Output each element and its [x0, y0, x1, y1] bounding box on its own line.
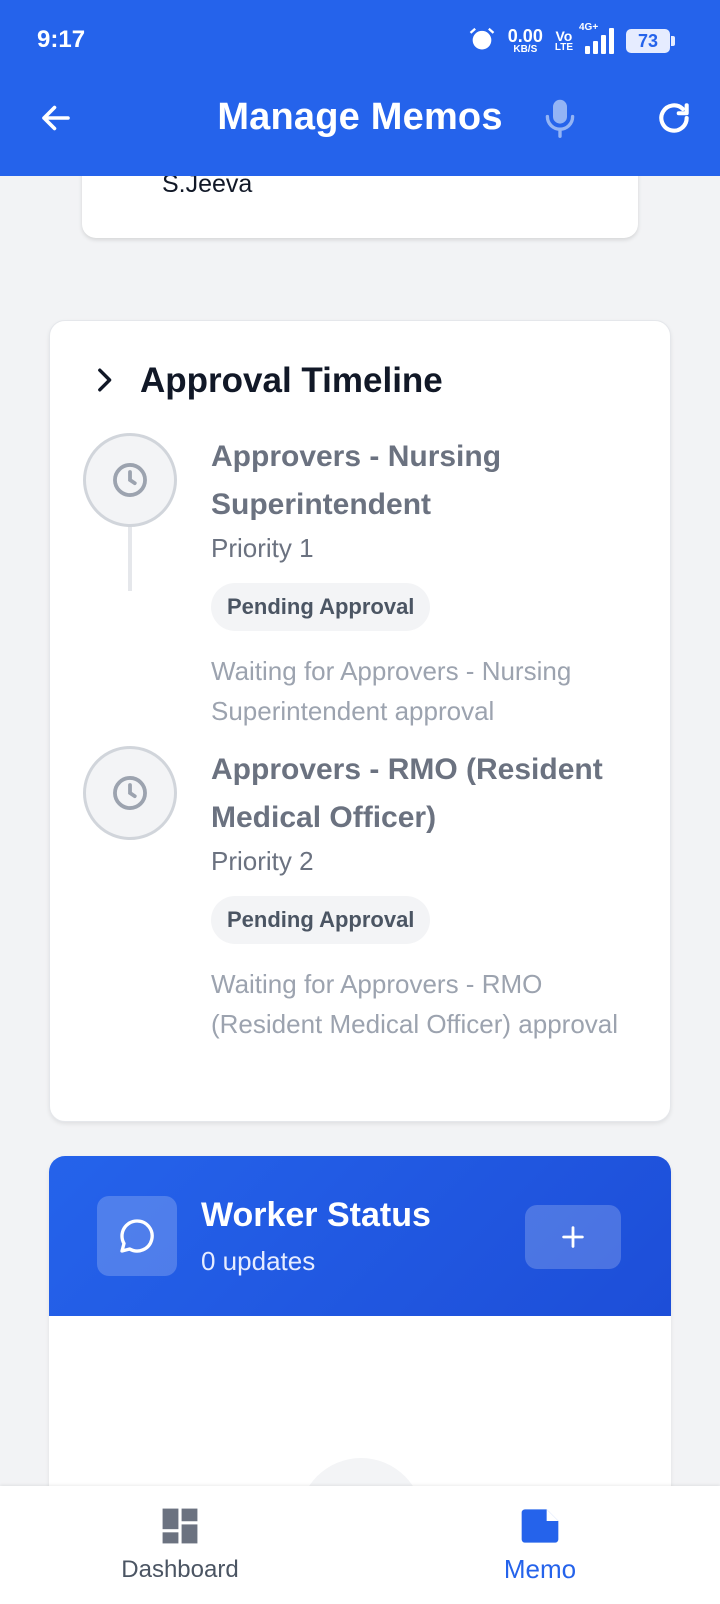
- chevron-right-icon: [98, 368, 112, 392]
- plus-icon: [562, 1226, 584, 1248]
- net-speed: 0.00 KB/S: [508, 27, 543, 55]
- battery-icon: 73: [626, 29, 675, 53]
- status-note: Waiting for Approvers - Nursing Superint…: [211, 656, 572, 726]
- approver-role: Approvers - Nursing Superintendent: [211, 440, 502, 521]
- timeline-title: Approval Timeline: [140, 361, 443, 400]
- refresh-icon: [659, 103, 689, 133]
- status-bar: 9:17 0.00 KB/S Vo LTE 4G+ 73: [0, 0, 720, 80]
- memo-icon: [520, 1506, 560, 1546]
- worker-status-title: Worker Status: [201, 1196, 431, 1234]
- worker-status-header: Worker Status 0 updates: [49, 1156, 671, 1316]
- network-type: 4G+: [579, 22, 599, 33]
- add-update-button[interactable]: [525, 1205, 621, 1269]
- nav-item-memo[interactable]: Memo: [440, 1486, 640, 1604]
- alarm-icon: [468, 25, 496, 58]
- voice-button[interactable]: [540, 94, 580, 142]
- microphone-icon: [545, 99, 575, 138]
- approver-priority: Priority 2: [211, 846, 314, 876]
- volte-bottom: LTE: [554, 42, 573, 53]
- timeline-toggle[interactable]: [92, 365, 116, 395]
- nav-item-dashboard[interactable]: Dashboard: [80, 1486, 280, 1604]
- status-badge: Pending Approval: [211, 896, 431, 944]
- bottom-navigation: Dashboard Memo: [0, 1486, 720, 1604]
- status-note: Waiting for Approvers - RMO (Resident Me…: [211, 969, 619, 1039]
- net-speed-value: 0.00: [507, 26, 543, 46]
- signal-icon: 4G+: [579, 22, 614, 54]
- timeline-connector: [128, 527, 132, 591]
- approval-timeline-card: Approval Timeline Approvers - Nursing Su…: [49, 320, 671, 1122]
- dashboard-icon: [160, 1506, 200, 1546]
- nav-label-memo: Memo: [503, 1554, 577, 1584]
- timeline-item-body: Approvers - Nursing Superintendent Prior…: [211, 433, 641, 731]
- volte-top: Vo: [555, 28, 573, 44]
- clock-icon: [113, 463, 147, 497]
- status-icons: 0.00 KB/S Vo LTE 4G+ 73: [468, 22, 675, 58]
- timeline-dot: [83, 746, 177, 840]
- timeline-item-body: Approvers - RMO (Resident Medical Office…: [211, 746, 641, 1044]
- app-bar: 9:17 0.00 KB/S Vo LTE 4G+ 73 Manage Memo…: [0, 0, 720, 176]
- worker-status-badge: [97, 1196, 177, 1276]
- refresh-button[interactable]: [652, 96, 696, 140]
- volte-indicator: Vo LTE: [555, 29, 573, 53]
- status-badge: Pending Approval: [211, 583, 431, 631]
- toolbar: Manage Memos: [0, 80, 720, 176]
- page-title: Manage Memos: [217, 96, 503, 138]
- battery-level: 73: [637, 30, 659, 51]
- worker-status-count: 0 updates: [201, 1246, 316, 1276]
- chat-bubble-icon: [120, 1219, 154, 1253]
- screen: 9:17 0.00 KB/S Vo LTE 4G+ 73 Manage Memo…: [0, 0, 720, 1604]
- clock-icon: [113, 776, 147, 810]
- approver-priority: Priority 1: [211, 533, 314, 563]
- net-speed-unit: KB/S: [513, 44, 538, 55]
- nav-label-dashboard: Dashboard: [121, 1556, 239, 1583]
- status-time: 9:17: [37, 26, 86, 53]
- timeline-dot: [83, 433, 177, 527]
- approver-role: Approvers - RMO (Resident Medical Office…: [211, 753, 603, 834]
